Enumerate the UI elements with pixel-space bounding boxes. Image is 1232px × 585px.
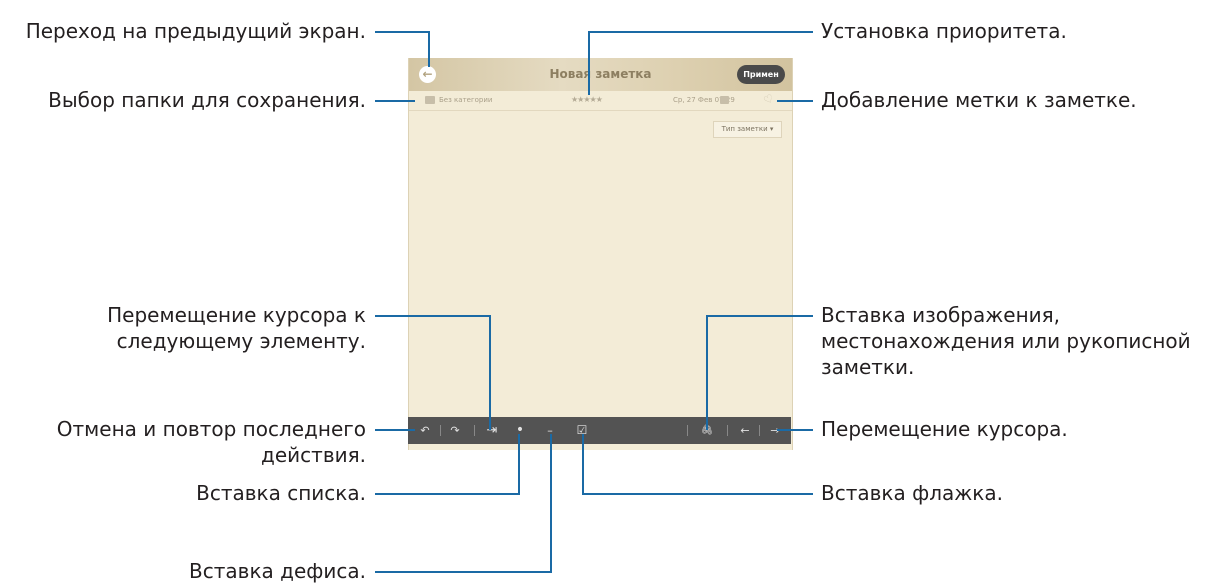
callout-line xyxy=(375,315,491,317)
callout-line xyxy=(777,100,813,102)
priority-stars[interactable]: ★★★★★ xyxy=(571,92,603,107)
callout-line xyxy=(588,31,590,95)
callout-line xyxy=(375,493,520,495)
note-type-dropdown[interactable]: Тип заметки ▾ xyxy=(713,121,782,138)
callout-line xyxy=(489,315,491,430)
callout-line xyxy=(777,429,813,431)
callout-insert-line3: заметки. xyxy=(821,355,915,379)
callout-next-item-line1: Перемещение курсора к xyxy=(107,303,366,327)
toolbar-divider xyxy=(759,425,760,436)
callout-line xyxy=(582,493,813,495)
note-editor-screen: Новая заметка ← Примен Без категории ★★★… xyxy=(408,58,793,450)
callout-list: Вставка списка. xyxy=(196,481,366,505)
callout-line xyxy=(518,434,520,495)
apply-button[interactable]: Примен xyxy=(737,65,785,84)
category-selector[interactable]: Без категории xyxy=(439,93,492,108)
callout-line xyxy=(375,31,429,33)
callout-line xyxy=(706,315,813,317)
callout-line xyxy=(375,429,415,431)
header-bar: Новая заметка ← Примен xyxy=(409,58,792,91)
callout-line xyxy=(428,31,430,67)
toolbar-divider xyxy=(440,425,441,436)
toolbar-divider xyxy=(687,425,688,436)
callout-line xyxy=(582,434,584,495)
callout-back: Переход на предыдущий экран. xyxy=(25,19,366,43)
note-meta-bar: Без категории ★★★★★ Ср, 27 Фев 07:29 ♡ xyxy=(409,91,792,111)
callout-priority: Установка приоритета. xyxy=(821,19,1067,43)
callout-line xyxy=(550,434,552,573)
tag-icon[interactable]: ♡ xyxy=(761,91,777,109)
callout-undo-redo-line2: действия. xyxy=(261,443,366,467)
callout-undo-redo-line1: Отмена и повтор последнего xyxy=(56,417,366,441)
callout-line xyxy=(375,571,552,573)
undo-icon[interactable]: ↶ xyxy=(416,417,434,444)
folder-icon[interactable] xyxy=(425,96,435,104)
screen-title: Новая заметка xyxy=(549,67,652,81)
callout-line xyxy=(706,315,708,430)
callout-cursor: Перемещение курсора. xyxy=(821,417,1068,441)
callout-insert-line1: Вставка изображения, xyxy=(821,303,1061,327)
callout-folder: Выбор папки для сохранения. xyxy=(48,88,366,112)
back-icon[interactable]: ← xyxy=(419,66,436,83)
redo-icon[interactable]: ↷ xyxy=(446,417,464,444)
bullet-icon[interactable]: • xyxy=(511,417,529,444)
toolbar-divider xyxy=(727,425,728,436)
cursor-left-icon[interactable]: ← xyxy=(736,417,754,444)
callout-checkbox: Вставка флажка. xyxy=(821,481,1003,505)
editor-toolbar: ↶ ↷ ⇥ • – ☑ 🖇 ← → xyxy=(408,417,791,444)
callout-line xyxy=(588,31,813,33)
callout-line xyxy=(375,100,415,102)
tab-next-icon[interactable]: ⇥ xyxy=(483,417,501,444)
callout-insert-line2: местонахождения или рукописной xyxy=(821,329,1191,353)
callout-hyphen: Вставка дефиса. xyxy=(189,559,366,583)
callout-tag: Добавление метки к заметке. xyxy=(821,88,1137,112)
calendar-icon[interactable] xyxy=(720,96,729,104)
toolbar-divider xyxy=(474,425,475,436)
callout-next-item-line2: следующему элементу. xyxy=(116,329,366,353)
